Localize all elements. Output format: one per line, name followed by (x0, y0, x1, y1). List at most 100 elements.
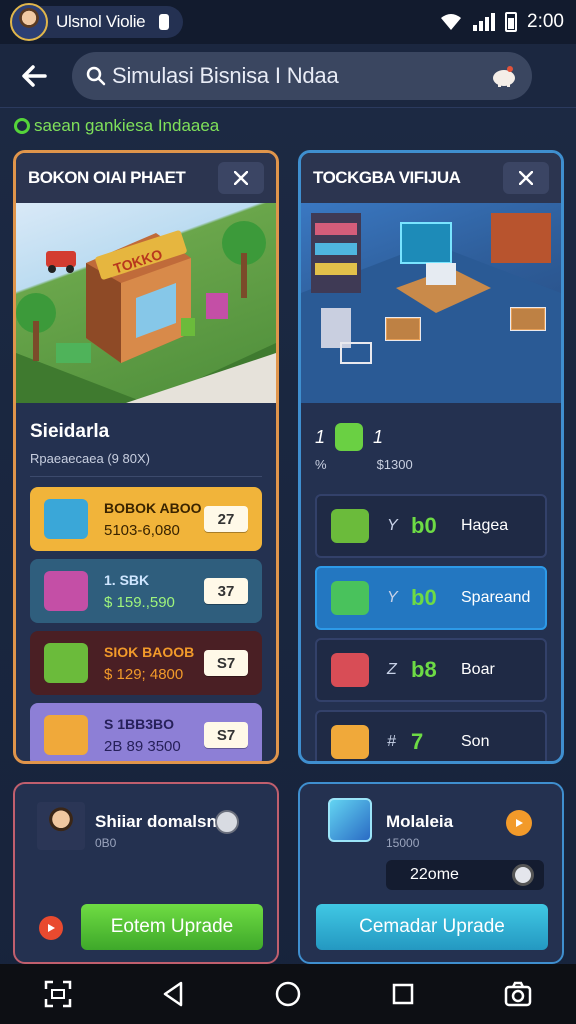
price-tag[interactable]: 27 (204, 506, 248, 532)
clock: 2:00 (527, 11, 564, 32)
profile-chip[interactable]: Ulsnol Violie (10, 3, 184, 41)
store-building-illustration: TOKKO (16, 221, 276, 403)
piggy-bank-icon[interactable] (490, 64, 518, 88)
shop-info-sub: Rpaeaecaea (9 80X) (30, 451, 150, 466)
resource-panel: TOCKGBA VIFIJUA 1 1 % $1300 Y b0 Hagea Y… (298, 150, 564, 764)
shop-item[interactable]: S 1BB3BO 2B 89 3500 S7 (30, 703, 262, 761)
item-value: 2B 89 3500 (104, 737, 181, 755)
resource-multiplier: Y (387, 589, 398, 606)
timer-text: 22ome (410, 866, 459, 883)
shop-item[interactable]: BOBOK ABOO 5103-6,080 27 (30, 487, 262, 551)
resource-panel-header: TOCKGBA VIFIJUA (301, 153, 561, 203)
store-illustration: TOKKO (16, 203, 276, 403)
shop-panel: BOKON OIAI PHAET TOKKO Sieidarla Rpaeaec… (13, 150, 279, 764)
resource-header-left: 1 (315, 426, 326, 447)
item-value: 5103-6,080 (104, 521, 180, 539)
timer-pill: 22ome (386, 860, 544, 890)
close-icon (519, 171, 533, 185)
back-button[interactable] (12, 54, 56, 98)
module-card: Molaleia 15000 22ome Cemadar Uprade (298, 782, 564, 964)
user-name: Ulsnol Violie (56, 12, 146, 31)
gem-icon (335, 423, 364, 451)
square-recents-icon (392, 983, 414, 1005)
camera-button[interactable] (496, 972, 540, 1016)
item-value: $ 159.,590 (104, 593, 175, 611)
resource-name: Son (461, 733, 490, 750)
price-tag[interactable]: 37 (204, 578, 248, 604)
item-name: BOBOK ABOO (104, 499, 202, 516)
item-name: 1. SBK (104, 571, 150, 588)
resource-level: b0 (411, 585, 437, 610)
battery-icon (505, 12, 518, 32)
module-sub: 15000 (386, 836, 420, 850)
resource-name: Spareand (461, 589, 531, 606)
subtitle-row: saean gankiesa Indaaea (14, 116, 219, 136)
subtitle-text: saean gankiesa Indaaea (34, 116, 220, 135)
resource-item[interactable]: Yb0 Hagea (315, 494, 547, 558)
screenshot-icon (44, 980, 71, 1008)
timer-icon (512, 864, 534, 886)
search-bar[interactable]: Simulasi Bisnisa I Ndaa (72, 51, 532, 100)
resource-item[interactable]: Zb8 Boar (315, 638, 547, 702)
shop-panel-title: BOKON OIAI PHAET (28, 168, 186, 187)
android-navbar (0, 964, 576, 1024)
shop-info: Sieidarla Rpaeaecaea (9 80X) (16, 403, 276, 477)
resource-level: 7 (411, 729, 424, 754)
resource-level: b8 (411, 657, 437, 682)
resource-multiplier: Y (387, 517, 398, 534)
price-tag[interactable]: S7 (204, 650, 248, 676)
search-text: Simulasi Bisnisa I Ndaa (112, 62, 339, 88)
item-package-icon (44, 715, 88, 755)
resource-name: Hagea (461, 517, 509, 534)
orange-play-icon[interactable] (506, 810, 532, 836)
status-bar: Ulsnol Violie 2:00 (0, 0, 576, 44)
resource-sub-right: $1300 (376, 457, 413, 472)
manager-upgrade-button[interactable]: Eotem Uprade (81, 904, 263, 950)
module-upgrade-button[interactable]: Cemadar Uprade (316, 904, 548, 950)
app-header: Simulasi Bisnisa I Ndaa (0, 44, 576, 108)
toggle-icon (159, 14, 170, 30)
resource-item[interactable]: Yb0 Spareand (315, 566, 547, 630)
module-title: Molaleia (386, 812, 454, 831)
manager-sub: 0B0 (95, 836, 117, 850)
nav-back-button[interactable] (151, 972, 195, 1016)
arrow-left-icon (22, 64, 47, 87)
resource-sub-left: % (315, 457, 327, 472)
resource-multiplier: Z (387, 661, 397, 678)
resource-crate-icon (331, 581, 369, 615)
camera-icon (505, 981, 532, 1007)
resource-header: 1 1 (301, 403, 561, 451)
store-interior-illustration (301, 203, 561, 403)
resource-crate-icon (331, 653, 369, 687)
item-name: S 1BB3BO (104, 715, 175, 732)
manager-avatar (37, 802, 85, 850)
manager-card: Shiiar domalsn 0B0 Eotem Uprade (13, 782, 279, 964)
resource-level: b0 (411, 513, 437, 538)
resource-item[interactable]: #7 Son (315, 710, 547, 761)
item-package-icon (44, 571, 88, 611)
close-button[interactable] (503, 162, 549, 194)
avatar[interactable] (10, 3, 48, 41)
shop-info-title: Sieidarla (30, 421, 110, 442)
nav-recents-button[interactable] (381, 972, 425, 1016)
resource-panel-title: TOCKGBA VIFIJUA (313, 168, 461, 187)
resource-multiplier: # (387, 733, 396, 750)
play-icon[interactable] (39, 916, 63, 940)
nav-home-button[interactable] (266, 972, 310, 1016)
close-button[interactable] (218, 162, 264, 194)
screenshot-button[interactable] (36, 972, 80, 1016)
shop-item[interactable]: 1. SBK $ 159.,590 37 (30, 559, 262, 623)
triangle-back-icon (163, 981, 183, 1007)
coin-icon (215, 810, 239, 834)
shop-panel-header: BOKON OIAI PHAET (16, 153, 276, 203)
close-icon (234, 171, 248, 185)
circle-home-icon (275, 981, 301, 1007)
shop-item[interactable]: SIOK BAOOB $ 129; 4800 S7 (30, 631, 262, 695)
manager-title: Shiiar domalsn (95, 812, 217, 831)
wifi-icon (441, 14, 462, 30)
status-ring-icon (14, 118, 30, 134)
store-interior-illustration-art (301, 213, 561, 403)
price-tag[interactable]: S7 (204, 722, 248, 748)
resource-name: Boar (461, 661, 495, 678)
item-package-icon (44, 643, 88, 683)
